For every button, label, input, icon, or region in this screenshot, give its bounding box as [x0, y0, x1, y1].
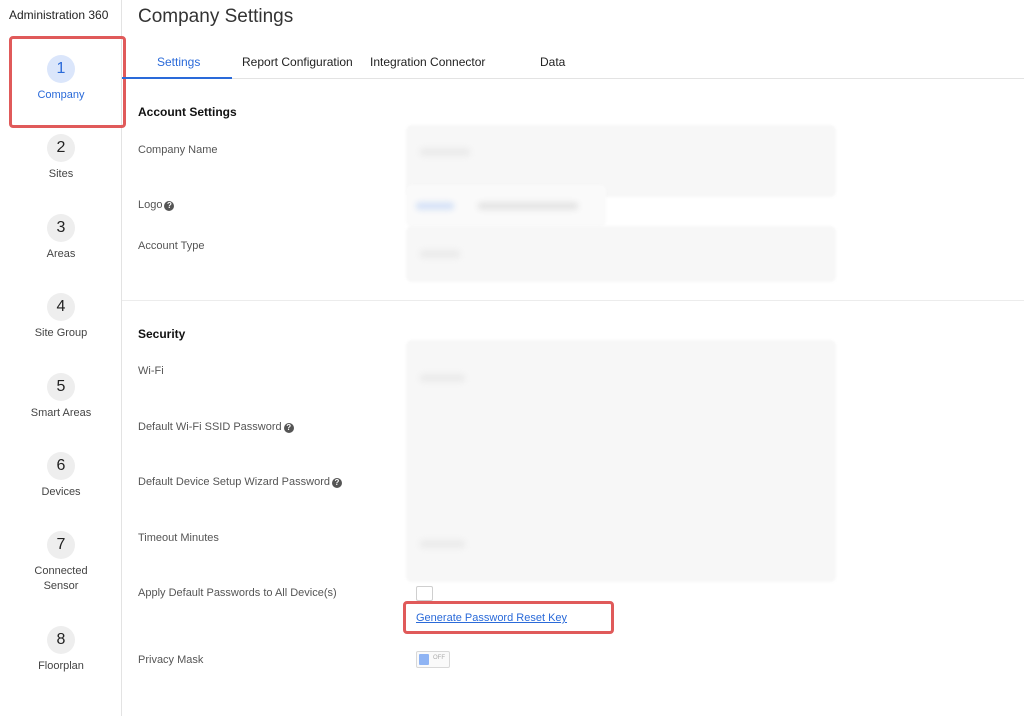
- sidebar: Administration 360 1 Company 2 Sites 3 A…: [0, 0, 122, 716]
- logo-label-text: Logo: [138, 199, 163, 211]
- active-tab-indicator: [122, 77, 232, 79]
- wifi-label: Wi-Fi: [138, 365, 164, 377]
- step-label: Floorplan: [38, 660, 84, 672]
- tab-integration-connector[interactable]: Integration Connector: [370, 55, 485, 69]
- generate-password-reset-key-link[interactable]: Generate Password Reset Key: [416, 612, 567, 624]
- help-icon[interactable]: ?: [331, 478, 342, 488]
- step-number: 8: [47, 626, 75, 654]
- step-number: 5: [47, 373, 75, 401]
- tab-data[interactable]: Data: [540, 55, 565, 69]
- step-number: 4: [47, 293, 75, 321]
- step-label: Connected Sensor: [0, 564, 122, 594]
- page-title: Company Settings: [138, 6, 294, 27]
- sidebar-step-devices[interactable]: 6 Devices: [0, 452, 122, 500]
- tab-report-configuration[interactable]: Report Configuration: [242, 55, 353, 69]
- step-label-line: Connected: [34, 565, 88, 577]
- apply-defaults-checkbox[interactable]: [416, 586, 433, 601]
- blurred-logo: [416, 202, 454, 210]
- wizard-password-text: Default Device Setup Wizard Password: [138, 476, 330, 488]
- sidebar-step-floorplan[interactable]: 8 Floorplan: [0, 626, 122, 674]
- toggle-state: OFF: [433, 655, 445, 661]
- app-title: Administration 360: [9, 8, 109, 22]
- step-number: 2: [47, 134, 75, 162]
- help-icon[interactable]: ?: [283, 423, 294, 433]
- tab-settings[interactable]: Settings: [157, 55, 200, 69]
- sidebar-step-areas[interactable]: 3 Areas: [0, 214, 122, 262]
- sidebar-step-company[interactable]: 1 Company: [0, 55, 122, 103]
- step-label: Sites: [48, 168, 74, 180]
- step-number: 6: [47, 452, 75, 480]
- step-label: Smart Areas: [30, 407, 92, 419]
- security-title: Security: [138, 327, 186, 341]
- account-type-select-blurred[interactable]: [406, 226, 836, 282]
- blurred-text: [420, 374, 465, 382]
- step-number: 1: [47, 55, 75, 83]
- wifi-ssid-password-label: Default Wi-Fi SSID Password?: [138, 421, 294, 433]
- step-label-line: Sensor: [43, 580, 79, 592]
- toggle-knob: [419, 654, 429, 665]
- step-label: Devices: [41, 486, 81, 498]
- privacy-mask-label: Privacy Mask: [138, 654, 204, 666]
- step-label: Company: [37, 89, 85, 101]
- account-settings-title: Account Settings: [138, 105, 237, 119]
- step-label: Areas: [46, 248, 76, 260]
- sidebar-step-connected-sensor[interactable]: 7 Connected Sensor: [0, 531, 122, 594]
- blurred-text: [420, 250, 460, 258]
- blurred-text: [420, 540, 465, 548]
- blurred-text: [478, 202, 578, 210]
- help-icon[interactable]: ?: [164, 201, 175, 211]
- wizard-password-label: Default Device Setup Wizard Password?: [138, 476, 342, 488]
- privacy-mask-toggle[interactable]: OFF: [416, 651, 450, 668]
- sidebar-step-site-group[interactable]: 4 Site Group: [0, 293, 122, 341]
- sidebar-step-smart-areas[interactable]: 5 Smart Areas: [0, 373, 122, 421]
- logo-label: Logo?: [138, 199, 175, 211]
- step-label: Site Group: [34, 327, 88, 339]
- account-type-label: Account Type: [138, 240, 205, 252]
- section-divider: [122, 300, 1024, 301]
- company-name-label: Company Name: [138, 144, 218, 156]
- sidebar-step-sites[interactable]: 2 Sites: [0, 134, 122, 182]
- step-number: 7: [47, 531, 75, 559]
- blurred-text: [420, 148, 470, 156]
- tab-bar: Settings Report Configuration Integratio…: [122, 50, 1024, 79]
- timeout-minutes-label: Timeout Minutes: [138, 532, 219, 544]
- apply-defaults-label: Apply Default Passwords to All Device(s): [138, 587, 337, 599]
- wifi-ssid-password-text: Default Wi-Fi SSID Password: [138, 421, 282, 433]
- step-number: 3: [47, 214, 75, 242]
- security-fields-blurred[interactable]: [406, 340, 836, 582]
